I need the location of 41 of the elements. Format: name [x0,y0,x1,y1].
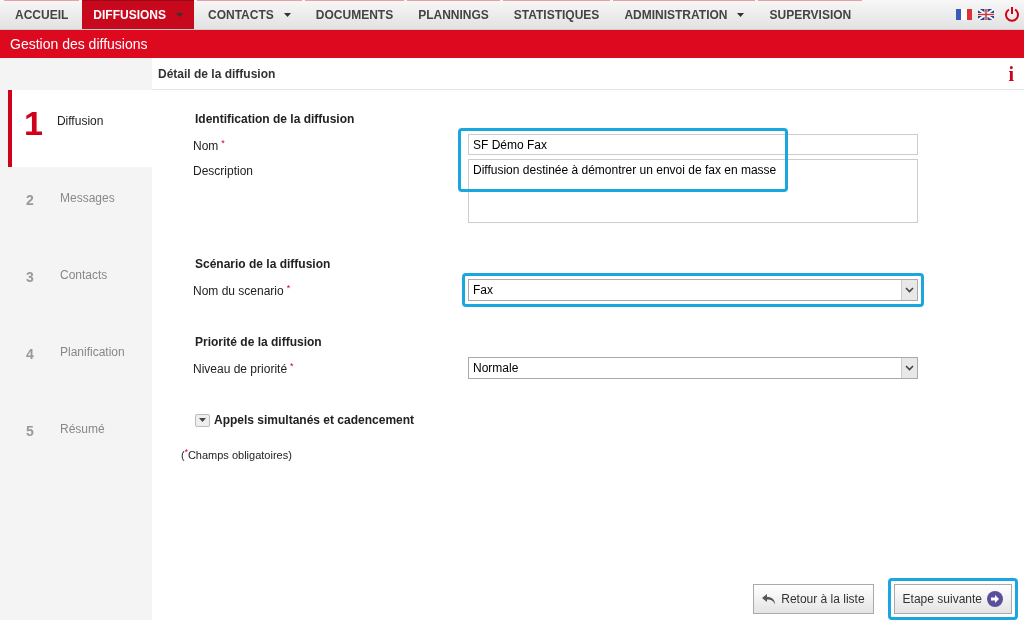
section-title: Identification de la diffusion [195,111,356,128]
step-label: Messages [60,190,115,207]
dropdown-field[interactable]: Normale [468,357,918,379]
page-title: Gestion des diffusions [10,34,148,54]
french-flag-icon[interactable] [956,8,972,20]
step-number: 4 [26,346,35,362]
step-label: Contacts [60,267,108,284]
step-number: 5 [26,423,35,439]
required-asterisk: * [290,360,294,373]
step-label: Diffusion [56,113,104,130]
arrow-circle-icon [987,591,1003,607]
info-icon[interactable]: i [1008,58,1018,89]
back-to-list-button[interactable]: Retour à la liste [753,584,874,614]
dropdown-value: Normale [472,360,520,377]
expand-toggle-icon[interactable] [195,413,210,427]
step-number: 1 [24,108,43,138]
section-title: Priorité de la diffusion [195,334,323,351]
collapsible-title[interactable]: Appels simultanés et cadencement [214,411,415,429]
next-step-button[interactable]: Etape suivante [893,584,1012,614]
step-label: Résumé [60,421,105,438]
name-field[interactable]: SF Démo Fax [468,134,918,155]
step-number: 2 [26,192,35,208]
field-label: Description [193,163,254,180]
wizard-step[interactable]: 1 Diffusion [8,90,152,167]
description-field[interactable]: Diffusion destinée à démontrer un envoi de fax en masse [468,159,918,223]
required-asterisk: * [221,137,225,150]
section-title: Scénario de la diffusion [195,256,332,273]
uk-flag-icon[interactable] [978,8,994,20]
required-fields-note: ($^{*}$Champs obligatoires) [181,447,293,463]
power-icon[interactable] [1004,6,1020,22]
nav-tab[interactable]: DIFFUSIONS [82,0,194,29]
dropdown-field[interactable]: Fax [468,279,918,301]
field-label: Nom du scenario [193,283,284,300]
field-label: Niveau de priorité [193,361,288,378]
panel-title: Détail de la diffusion [158,65,276,83]
required-asterisk: * [286,282,291,295]
step-number: 3 [26,269,35,285]
reply-arrow-icon [762,593,777,605]
dropdown-value: Fax [472,282,494,299]
field-label: Nom [193,138,219,155]
step-label: Planification [60,344,125,361]
